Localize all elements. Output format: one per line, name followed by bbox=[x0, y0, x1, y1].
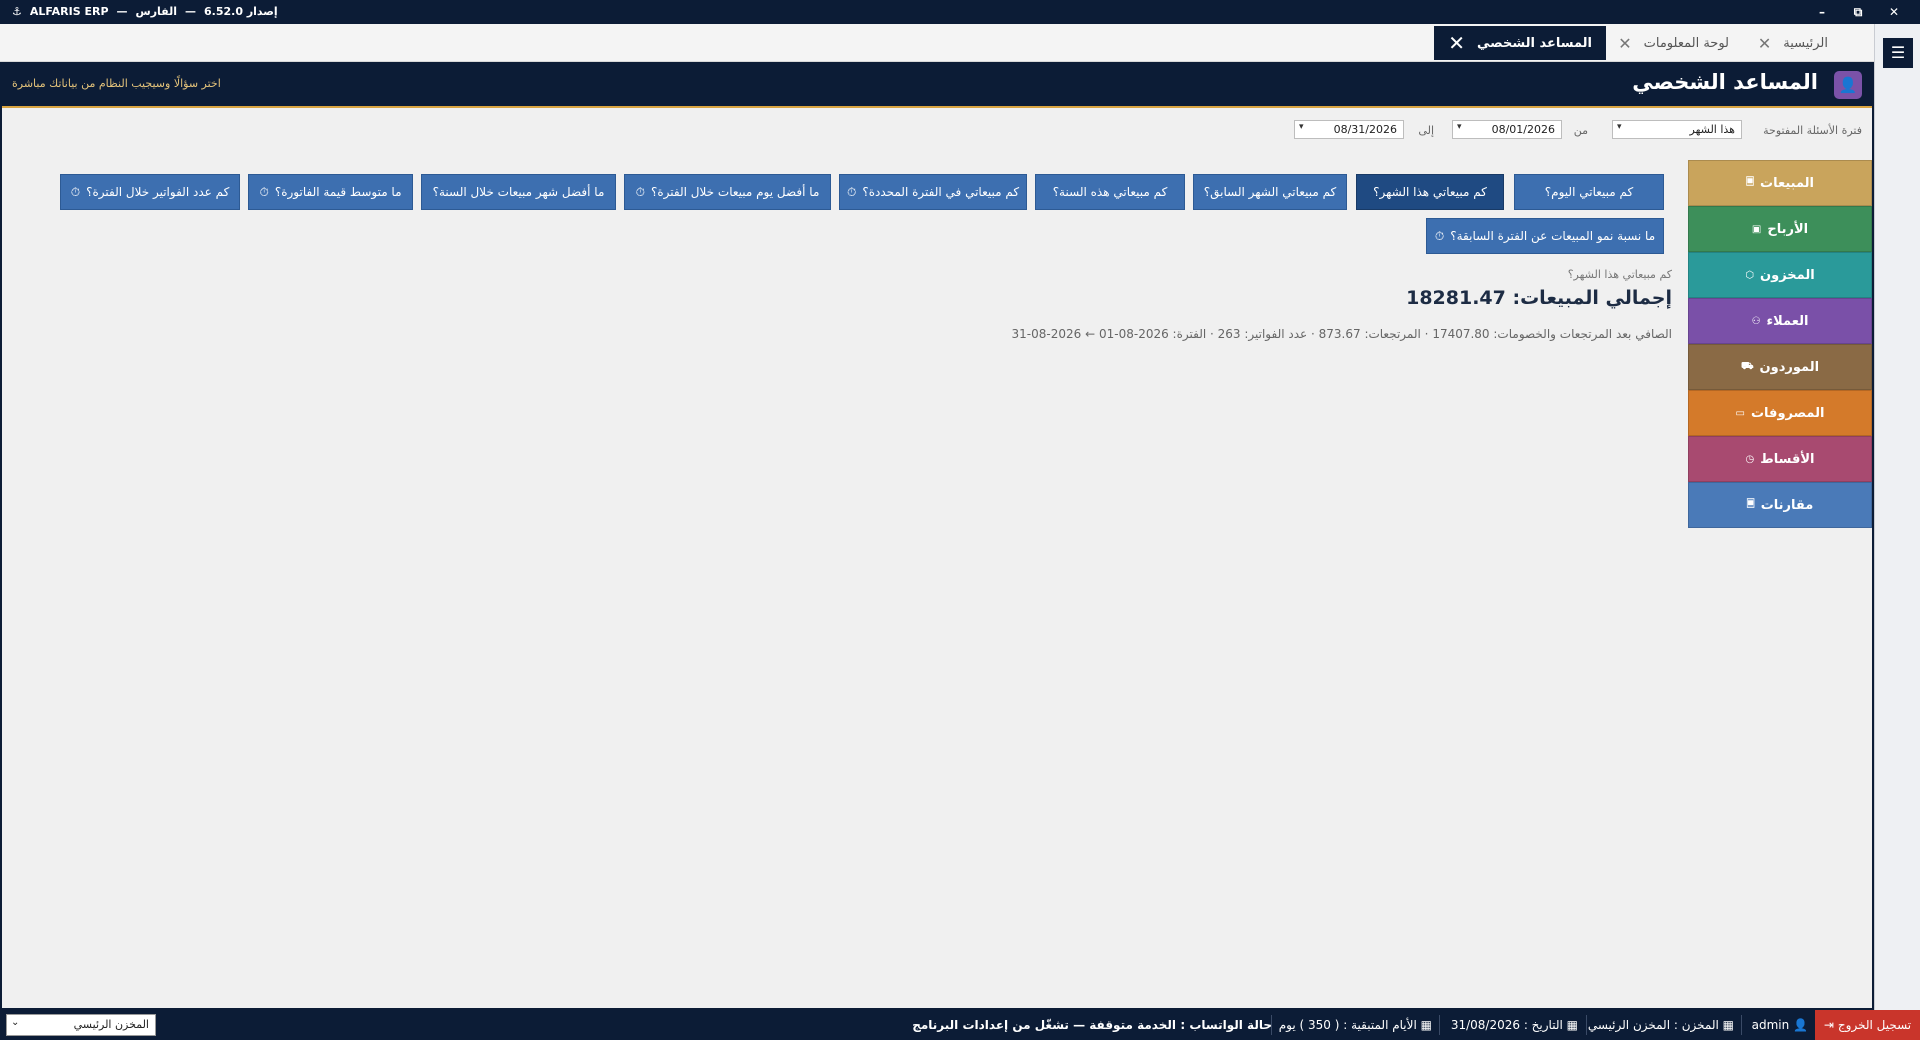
page-title: المساعد الشخصي bbox=[1632, 70, 1818, 94]
question-button-sales-today[interactable]: كم مبيعاتي اليوم؟ bbox=[1514, 174, 1664, 210]
category-sales[interactable]: المبيعات 🗏 bbox=[1688, 160, 1872, 206]
status-user: 👤 admin bbox=[1751, 1018, 1808, 1032]
close-tab-icon[interactable]: ✕ bbox=[1758, 34, 1771, 53]
tab-strip: ✕ الرئيسية ✕ لوحة المعلومات ✕ المساعد ال… bbox=[0, 24, 1874, 62]
document-icon: 🗏 bbox=[1746, 498, 1755, 510]
minimize-button[interactable]: – bbox=[1804, 3, 1840, 21]
right-toolbar: ☰ bbox=[1874, 24, 1920, 1010]
whatsapp-status-value: الخدمة متوقفة — تشغّل من إعدادات البرنام… bbox=[912, 1018, 1176, 1032]
status-bar: تسجيل الخروج ⇥ 👤 admin ▦ المخزن : المخزن… bbox=[0, 1010, 1920, 1040]
status-divider bbox=[1586, 1015, 1587, 1035]
question-button-invoice-count[interactable]: كم عدد الفواتير خلال الفترة؟ ⏱ bbox=[60, 174, 240, 210]
tab-personal-assistant[interactable]: ✕ المساعد الشخصي bbox=[1434, 26, 1606, 60]
app-name: ALFARIS ERP bbox=[29, 5, 109, 18]
chevron-down-icon: ▾ bbox=[1299, 122, 1304, 132]
category-sidebar: المبيعات 🗏 الأرباح ▣ المخزون ⬡ العملاء ⚇… bbox=[1688, 160, 1872, 528]
to-label: إلى bbox=[1418, 124, 1434, 137]
close-window-button[interactable]: ✕ bbox=[1876, 3, 1912, 21]
filter-row: فترة الأسئلة المفتوحة هذا الشهر ▾ من 08/… bbox=[2, 118, 1872, 142]
cash-icon: ▣ bbox=[1751, 223, 1762, 235]
category-suppliers[interactable]: الموردون ⛟ bbox=[1688, 344, 1872, 390]
tab-label: المساعد الشخصي bbox=[1477, 35, 1592, 51]
to-date-picker[interactable]: 08/31/2026 ▾ bbox=[1294, 120, 1404, 139]
title-separator: — bbox=[185, 5, 196, 18]
answered-question: كم مبيعاتي هذا الشهر؟ bbox=[1567, 268, 1672, 281]
chevron-down-icon: ▾ bbox=[1617, 122, 1622, 132]
app-logo-icon: ⚓ bbox=[12, 5, 22, 18]
stopwatch-icon: ⏱ bbox=[70, 184, 81, 199]
question-button-avg-invoice[interactable]: ما متوسط قيمة الفاتورة؟ ⏱ bbox=[248, 174, 413, 210]
stopwatch-icon: ⏱ bbox=[635, 184, 646, 199]
whatsapp-status-label: حالة الواتساب : bbox=[1180, 1018, 1272, 1032]
question-button-sales-period[interactable]: كم مبيعاتي في الفترة المحددة؟ ⏱ bbox=[839, 174, 1027, 210]
chevron-down-icon: ▾ bbox=[1457, 122, 1462, 132]
version-label: إصدار 6.52.0 bbox=[204, 5, 278, 18]
store-icon: ▦ bbox=[1722, 1018, 1734, 1032]
status-warehouse: ▦ المخزن : المخزن الرئيسي bbox=[1587, 1018, 1734, 1032]
assistant-header: 👤 المساعد الشخصي اختر سؤالًا وسيجيب النظ… bbox=[2, 62, 1872, 108]
title-separator: — bbox=[116, 5, 128, 18]
restore-button[interactable]: ⧉ bbox=[1840, 3, 1876, 21]
stopwatch-icon: ⏱ bbox=[846, 184, 857, 199]
warehouse-select[interactable]: المخزن الرئيسي ⌄ bbox=[6, 1014, 156, 1036]
calendar-icon: ▦ bbox=[1420, 1018, 1432, 1032]
status-date: ▦ التاريخ : 31/08/2026 bbox=[1450, 1018, 1578, 1032]
category-profits[interactable]: الأرباح ▣ bbox=[1688, 206, 1872, 252]
status-divider bbox=[1439, 1015, 1440, 1035]
wallet-icon: ▭ bbox=[1735, 407, 1745, 419]
question-button-best-day[interactable]: ما أفضل يوم مبيعات خلال الفترة؟ ⏱ bbox=[624, 174, 831, 210]
title-bar: ⚓ ALFARIS ERP — الفارس — إصدار 6.52.0 – … bbox=[0, 0, 1920, 24]
question-button-sales-this-year[interactable]: كم مبيعاتي هذه السنة؟ bbox=[1035, 174, 1185, 210]
from-label: من bbox=[1573, 124, 1588, 137]
question-button-best-month[interactable]: ما أفضل شهر مبيعات خلال السنة؟ bbox=[421, 174, 616, 210]
close-tab-icon[interactable]: ✕ bbox=[1448, 31, 1465, 55]
user-icon: 👤 bbox=[1793, 1018, 1808, 1032]
from-date-picker[interactable]: 08/01/2026 ▾ bbox=[1452, 120, 1562, 139]
status-divider bbox=[1741, 1015, 1742, 1035]
document-icon: 🗏 bbox=[1746, 176, 1755, 188]
clock-icon: ◷ bbox=[1745, 453, 1755, 465]
status-days-left: ▦ الأيام المتبقية : ( 350 ) يوم bbox=[1278, 1018, 1432, 1032]
logout-button[interactable]: تسجيل الخروج ⇥ bbox=[1815, 1010, 1920, 1040]
user-icon: 👤 bbox=[1834, 71, 1862, 99]
category-installments[interactable]: الأقساط ◷ bbox=[1688, 436, 1872, 482]
product-name: الفارس bbox=[135, 5, 177, 18]
truck-icon: ⛟ bbox=[1740, 360, 1754, 372]
period-label: فترة الأسئلة المفتوحة bbox=[1763, 124, 1862, 137]
tab-label: لوحة المعلومات bbox=[1643, 35, 1729, 51]
box-icon: ⬡ bbox=[1745, 269, 1755, 281]
header-hint: اختر سؤالًا وسيجيب النظام من بياناتك مبا… bbox=[12, 77, 221, 90]
calendar-icon: ▦ bbox=[1566, 1018, 1578, 1032]
question-button-sales-this-month[interactable]: كم مبيعاتي هذا الشهر؟ bbox=[1356, 174, 1504, 210]
tab-label: الرئيسية bbox=[1783, 35, 1828, 51]
category-customers[interactable]: العملاء ⚇ bbox=[1688, 298, 1872, 344]
category-comparisons[interactable]: مقارنات 🗏 bbox=[1688, 482, 1872, 528]
stopwatch-icon: ⏱ bbox=[259, 184, 269, 199]
category-inventory[interactable]: المخزون ⬡ bbox=[1688, 252, 1872, 298]
menu-icon[interactable]: ☰ bbox=[1883, 38, 1913, 68]
users-icon: ⚇ bbox=[1751, 315, 1761, 327]
answer-detail: الصافي بعد المرتجعات والخصومات: 17407.80… bbox=[1011, 327, 1672, 341]
question-button-sales-growth[interactable]: ما نسبة نمو المبيعات عن الفترة السابقة؟ … bbox=[1426, 218, 1664, 254]
close-tab-icon[interactable]: ✕ bbox=[1618, 34, 1631, 53]
period-select[interactable]: هذا الشهر ▾ bbox=[1612, 120, 1742, 139]
assistant-panel: 👤 المساعد الشخصي اختر سؤالًا وسيجيب النظ… bbox=[2, 62, 1872, 1008]
logout-icon: ⇥ bbox=[1823, 1018, 1834, 1032]
chevron-down-icon: ⌄ bbox=[11, 1017, 20, 1028]
window-title: ⚓ ALFARIS ERP — الفارس — إصدار 6.52.0 bbox=[12, 5, 278, 18]
tab-dashboard[interactable]: ✕ لوحة المعلومات bbox=[1618, 26, 1729, 60]
category-expenses[interactable]: المصروفات ▭ bbox=[1688, 390, 1872, 436]
question-button-sales-last-month[interactable]: كم مبيعاتي الشهر السابق؟ bbox=[1193, 174, 1347, 210]
answer-total: إجمالي المبيعات: 18281.47 bbox=[1406, 287, 1672, 309]
stopwatch-icon: ⏱ bbox=[1434, 228, 1445, 243]
tab-home[interactable]: ✕ الرئيسية bbox=[1758, 26, 1828, 60]
